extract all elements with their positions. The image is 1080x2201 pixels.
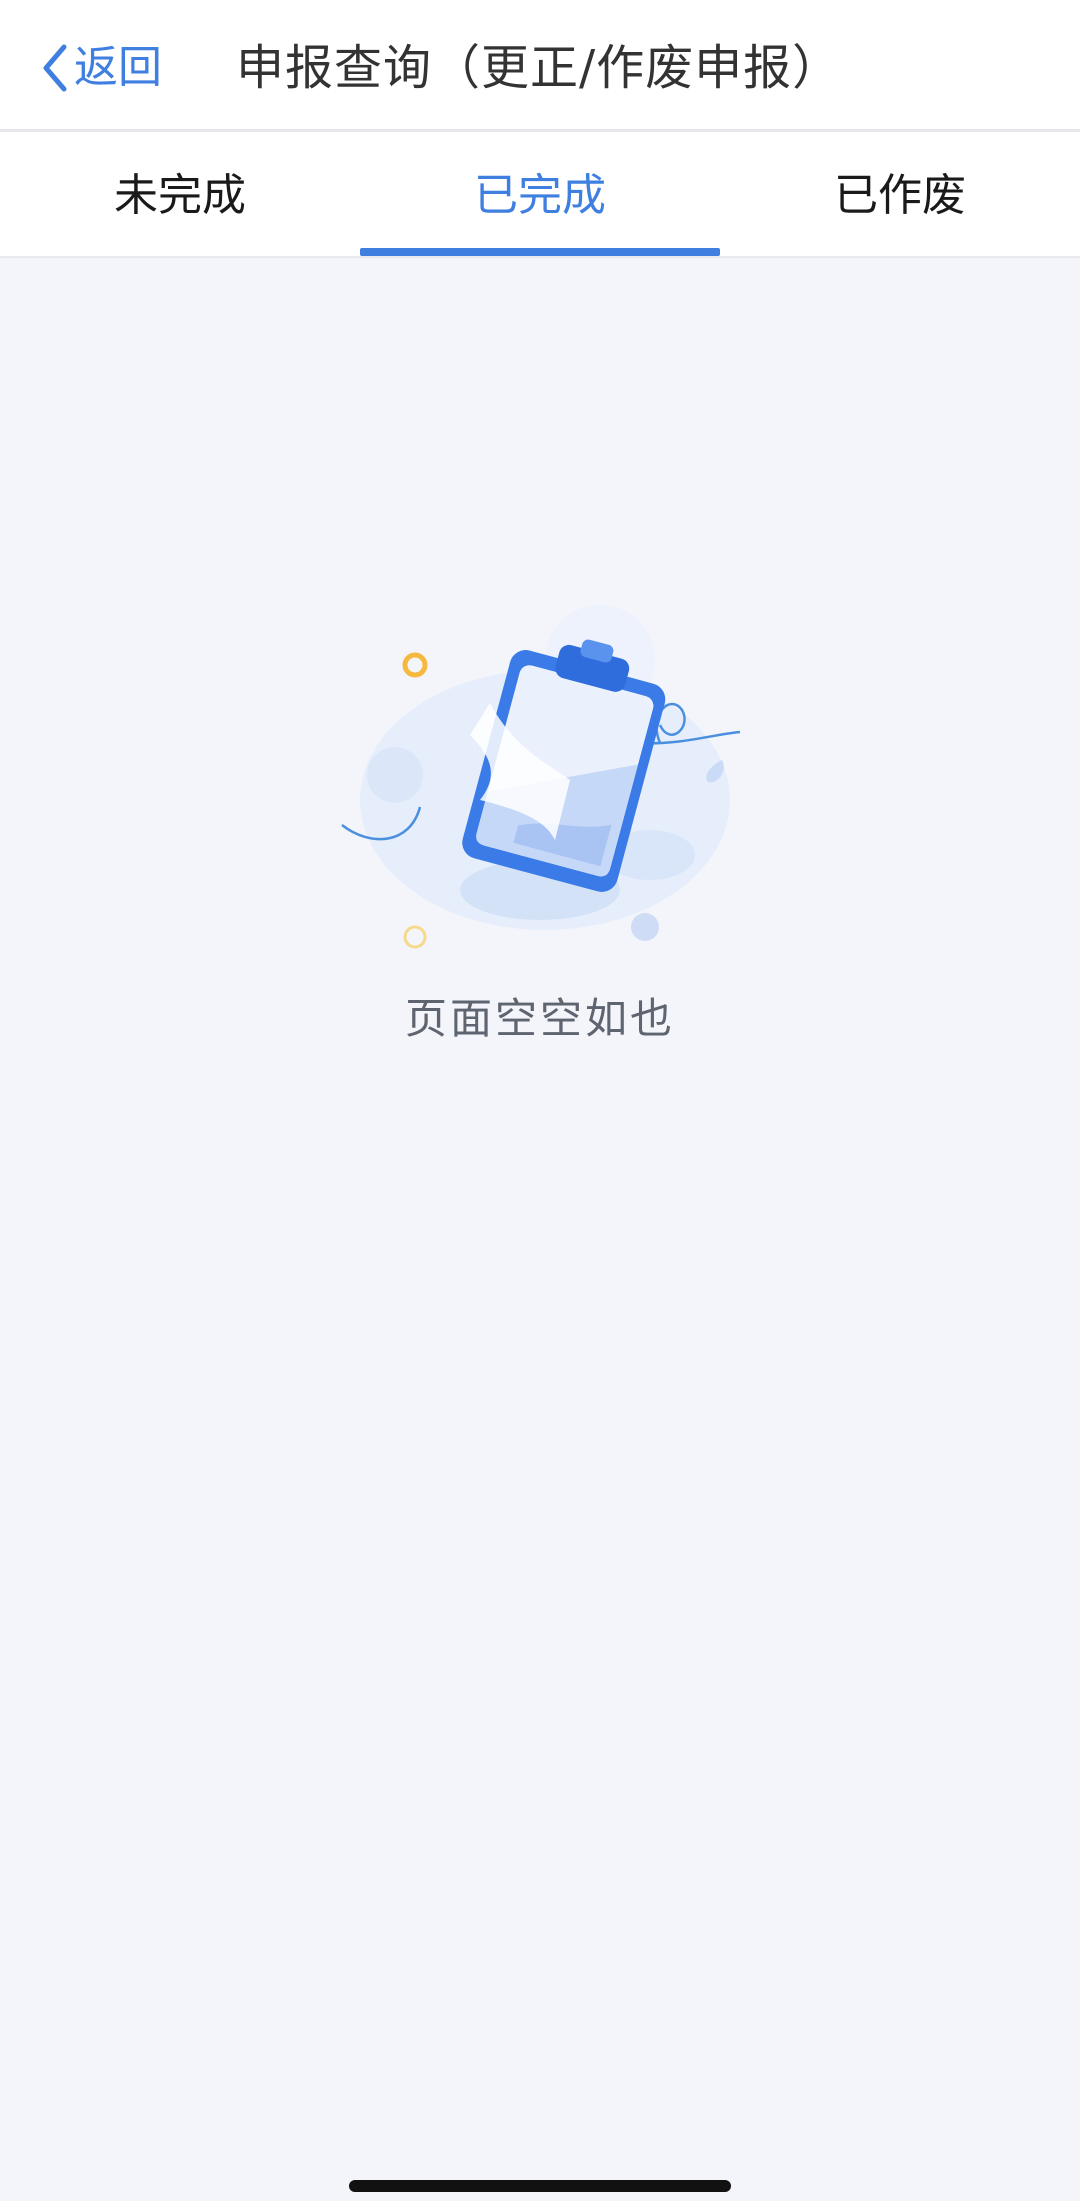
- back-label: 返回: [74, 42, 162, 93]
- empty-state-message: 页面空空如也: [404, 994, 675, 1043]
- tab-label: 未完成: [114, 170, 246, 221]
- active-tab-indicator: [360, 248, 720, 256]
- tab-completed[interactable]: 已完成: [360, 132, 720, 256]
- back-button[interactable]: 返回: [40, 36, 162, 100]
- home-indicator[interactable]: [349, 2180, 731, 2192]
- tab-voided[interactable]: 已作废: [720, 132, 1080, 256]
- empty-clipboard-icon: [330, 585, 750, 955]
- tab-label: 已完成: [474, 170, 606, 221]
- page-title: 申报查询（更正/作废申报）: [236, 40, 842, 96]
- tab-label: 已作废: [834, 170, 966, 221]
- chevron-left-icon: [40, 43, 70, 93]
- tab-bar: 未完成 已完成 已作废: [0, 132, 1080, 258]
- navigation-bar: 返回 申报查询（更正/作废申报）: [0, 0, 1080, 132]
- tab-incomplete[interactable]: 未完成: [0, 132, 360, 256]
